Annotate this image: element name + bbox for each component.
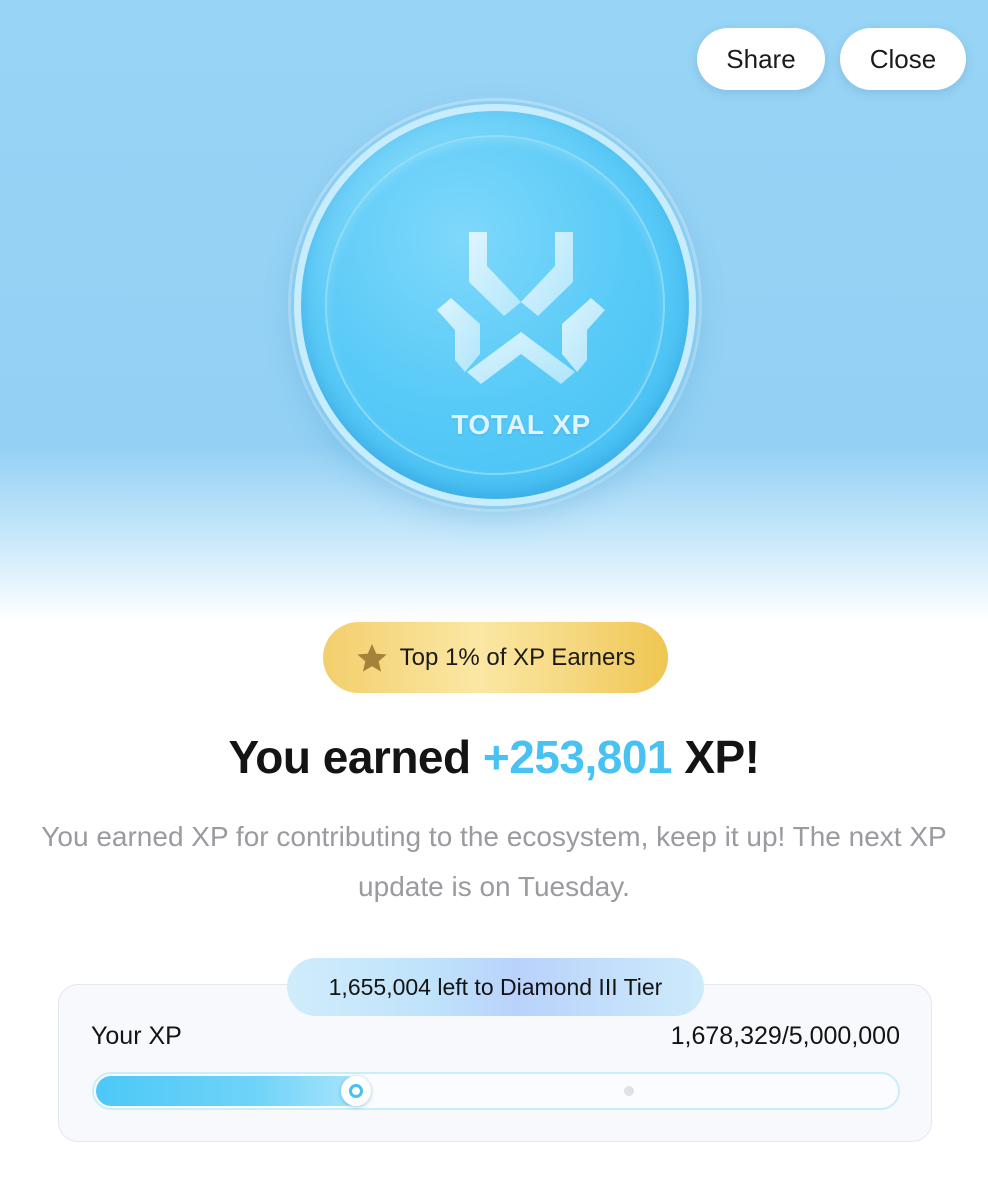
xp-label: Your XP (91, 1022, 182, 1050)
knob-center (349, 1084, 363, 1098)
earned-headline: You earned +253,801 XP! (0, 730, 988, 784)
xp-value: 1,678,329/5,000,000 (670, 1022, 900, 1050)
milestone-dot (624, 1086, 634, 1096)
share-button[interactable]: Share (697, 28, 825, 90)
xp-progress-knob (341, 1076, 371, 1106)
headline-prefix: You earned (228, 731, 472, 783)
coin-face: TOTAL XP (327, 137, 663, 473)
xp-progress-fill (96, 1076, 361, 1106)
total-xp-coin: TOTAL XP (294, 104, 696, 506)
tier-remaining-pill: 1,655,004 left to Diamond III Tier (287, 958, 704, 1016)
top-earner-badge: Top 1% of XP Earners (323, 622, 668, 693)
star-icon (357, 643, 387, 672)
earned-amount: +253,801 (482, 731, 673, 783)
badge-label: Top 1% of XP Earners (399, 643, 636, 671)
headline-suffix: XP! (684, 731, 760, 783)
close-button[interactable]: Close (840, 28, 966, 90)
xp-progress-track (92, 1072, 900, 1110)
total-xp-logo-icon (437, 232, 605, 384)
coin-label: TOTAL XP (451, 409, 591, 440)
description-text: You earned XP for contributing to the ec… (41, 821, 947, 902)
